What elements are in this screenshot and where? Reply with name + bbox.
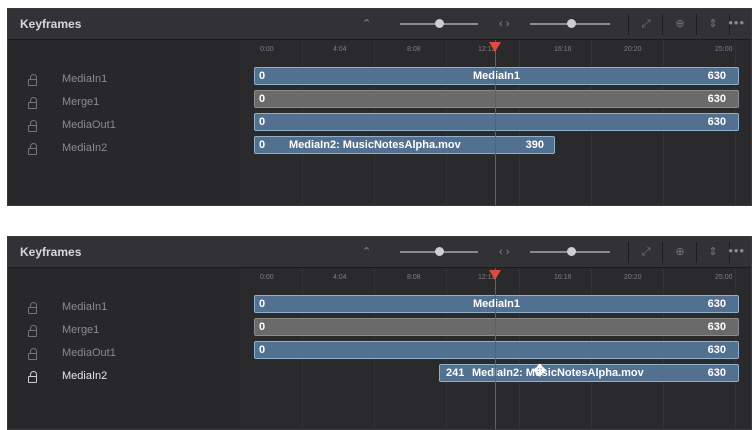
panel-titlebar: Keyframes ⌃ ‹ › ⤢ ⊕ ⇕ •••	[8, 237, 751, 268]
vertical-zoom-slider-knob[interactable]	[435, 19, 444, 28]
lock-icon[interactable]	[28, 143, 37, 155]
toolbar-divider	[662, 242, 663, 263]
zoom-icon[interactable]: ⊕	[665, 237, 695, 267]
ruler-tick: 8:08	[407, 46, 421, 53]
clip-label: MediaIn2: MusicNotesAlpha.mov	[472, 367, 644, 379]
clip-bar-mediaout1[interactable]: 0 630	[254, 113, 739, 131]
track-list: MediaIn1 Merge1 MediaOut1 MediaIn2	[8, 40, 240, 205]
toolbar-divider	[628, 242, 629, 263]
clip-start-frame: 241	[446, 367, 465, 379]
timeline-area[interactable]: 0:00 4:04 8:08 12:12 16:16 20:20 25:00 0…	[240, 268, 751, 429]
ruler-tick: 20:20	[624, 274, 642, 281]
timeline-area[interactable]: 0:00 4:04 8:08 12:12 16:16 20:20 25:00 0…	[240, 40, 751, 205]
fit-icon[interactable]: ⤢	[631, 237, 661, 267]
playhead-line[interactable]	[495, 40, 496, 205]
clip-bar-merge1[interactable]: 0 630	[254, 318, 739, 336]
vertical-zoom-slider-knob[interactable]	[435, 247, 444, 256]
toolbar-divider	[696, 242, 697, 263]
track-list: MediaIn1 Merge1 MediaOut1 MediaIn2	[8, 268, 240, 429]
clip-start-frame: 0	[259, 116, 266, 128]
keyframes-panel-after: Keyframes ⌃ ‹ › ⤢ ⊕ ⇕ ••• MediaIn1 Merge…	[7, 236, 752, 430]
track-name-mediaout1[interactable]: MediaOut1	[62, 347, 116, 359]
playhead-line[interactable]	[495, 268, 496, 429]
clip-bar-mediain2[interactable]: 241 MediaIn2: MusicNotesAlpha.mov 630	[439, 364, 739, 382]
sort-icon[interactable]: ⇕	[698, 237, 728, 267]
clip-bar-mediaout1[interactable]: 0 630	[254, 341, 739, 359]
clip-end-frame: 630	[707, 344, 726, 356]
zoom-icon[interactable]: ⊕	[665, 9, 695, 39]
left-right-arrows-icon[interactable]: ‹ ›	[499, 9, 509, 39]
track-name-mediain1[interactable]: MediaIn1	[62, 301, 107, 313]
clip-start-frame: 0	[259, 321, 266, 333]
clip-start-frame: 0	[259, 93, 266, 105]
track-name-merge1[interactable]: Merge1	[62, 96, 99, 108]
up-down-arrows-icon[interactable]: ⌃	[362, 9, 371, 39]
ruler-tick: 4:04	[333, 46, 347, 53]
toolbar-divider	[662, 14, 663, 35]
move-cursor-icon: ✥	[533, 363, 547, 380]
clip-label: MediaIn1	[472, 70, 521, 82]
ruler-tick: 0:00	[260, 46, 274, 53]
clip-end-frame: 630	[707, 93, 726, 105]
clip-end-frame: 630	[707, 70, 726, 82]
toolbar-divider	[696, 14, 697, 35]
lock-icon[interactable]	[28, 348, 37, 360]
fit-icon[interactable]: ⤢	[631, 9, 661, 39]
ruler-tick: 16:16	[554, 274, 572, 281]
lock-icon[interactable]	[28, 325, 37, 337]
clip-label: MediaIn2: MusicNotesAlpha.mov	[289, 139, 461, 151]
clip-bar-mediain2[interactable]: 0 MediaIn2: MusicNotesAlpha.mov 390	[254, 136, 555, 154]
lock-icon[interactable]	[28, 302, 37, 314]
clip-start-frame: 0	[259, 344, 266, 356]
lock-icon[interactable]	[28, 371, 37, 383]
clip-end-frame: 630	[707, 298, 726, 310]
ruler-tick: 25:00	[715, 46, 733, 53]
ruler-tick: 0:00	[260, 274, 274, 281]
ruler-tick: 20:20	[624, 46, 642, 53]
lock-icon[interactable]	[28, 74, 37, 86]
ruler-tick: 4:04	[333, 274, 347, 281]
clip-end-frame: 630	[707, 367, 726, 379]
track-name-mediain1[interactable]: MediaIn1	[62, 73, 107, 85]
playhead-handle[interactable]	[489, 42, 501, 52]
playhead-handle[interactable]	[489, 270, 501, 280]
more-options-icon[interactable]: •••	[728, 9, 745, 37]
lock-icon[interactable]	[28, 120, 37, 132]
more-options-icon[interactable]: •••	[728, 237, 745, 265]
panel-titlebar: Keyframes ⌃ ‹ › ⤢ ⊕ ⇕ •••	[8, 9, 751, 40]
clip-bar-mediain1[interactable]: 0 MediaIn1 630	[254, 67, 739, 85]
panel-title: Keyframes	[20, 17, 82, 31]
clip-start-frame: 0	[259, 139, 266, 151]
track-name-mediain2[interactable]: MediaIn2	[62, 142, 107, 154]
up-down-arrows-icon[interactable]: ⌃	[362, 237, 371, 267]
clip-bar-merge1[interactable]: 0 630	[254, 90, 739, 108]
sort-icon[interactable]: ⇕	[698, 9, 728, 39]
keyframes-panel-before: Keyframes ⌃ ‹ › ⤢ ⊕ ⇕ ••• MediaIn1 Merge…	[7, 8, 752, 206]
clip-end-frame: 390	[525, 139, 544, 151]
horizontal-zoom-slider-knob[interactable]	[567, 19, 576, 28]
lock-icon[interactable]	[28, 97, 37, 109]
ruler-tick: 25:00	[715, 274, 733, 281]
track-name-mediain2[interactable]: MediaIn2	[62, 370, 107, 382]
left-right-arrows-icon[interactable]: ‹ ›	[499, 237, 509, 267]
ruler-tick: 16:16	[554, 46, 572, 53]
clip-end-frame: 630	[707, 116, 726, 128]
clip-bar-mediain1[interactable]: 0 MediaIn1 630	[254, 295, 739, 313]
ruler-tick: 8:08	[407, 274, 421, 281]
clip-end-frame: 630	[707, 321, 726, 333]
toolbar-divider	[628, 14, 629, 35]
clip-label: MediaIn1	[472, 298, 521, 310]
track-name-mediaout1[interactable]: MediaOut1	[62, 119, 116, 131]
horizontal-zoom-slider-knob[interactable]	[567, 247, 576, 256]
track-name-merge1[interactable]: Merge1	[62, 324, 99, 336]
panel-title: Keyframes	[20, 245, 82, 259]
